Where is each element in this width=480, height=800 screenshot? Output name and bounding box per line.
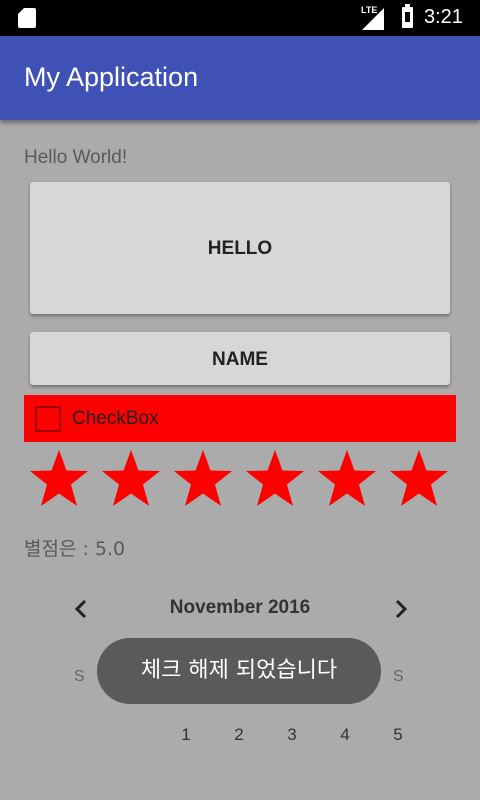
star-icon[interactable] bbox=[316, 448, 378, 510]
hello-button[interactable]: HELLO bbox=[30, 182, 450, 314]
clock: 3:21 bbox=[424, 6, 463, 28]
network-type: LTE bbox=[361, 5, 378, 15]
calendar-day[interactable]: 2 bbox=[224, 725, 254, 745]
star-icon[interactable] bbox=[244, 448, 306, 510]
day-of-week-label: S bbox=[393, 668, 404, 685]
calendar-day[interactable]: 1 bbox=[171, 725, 201, 745]
chevron-left-icon[interactable] bbox=[70, 597, 94, 621]
checkbox-icon[interactable] bbox=[35, 406, 61, 432]
star-icon[interactable] bbox=[388, 448, 450, 510]
status-bar: LTE 3:21 bbox=[0, 0, 480, 36]
day-of-week-label: S bbox=[74, 668, 85, 685]
calendar-day[interactable]: 5 bbox=[383, 725, 413, 745]
rating-bar[interactable] bbox=[28, 448, 456, 510]
name-button[interactable]: NAME bbox=[30, 332, 450, 385]
star-icon[interactable] bbox=[100, 448, 162, 510]
toast-message: 체크 해제 되었습니다 bbox=[97, 638, 381, 704]
sd-card-icon bbox=[18, 8, 36, 28]
hello-text: Hello World! bbox=[24, 147, 128, 168]
rating-label: 별점은 : 5.0 bbox=[24, 538, 126, 560]
chevron-right-icon[interactable] bbox=[388, 597, 412, 621]
app-title: My Application bbox=[24, 62, 199, 92]
star-icon[interactable] bbox=[172, 448, 234, 510]
checkbox-label: CheckBox bbox=[72, 408, 159, 429]
calendar-day[interactable]: 3 bbox=[277, 725, 307, 745]
app-bar: My Application bbox=[0, 36, 480, 120]
battery-icon bbox=[402, 4, 413, 28]
checkbox-row[interactable]: CheckBox bbox=[24, 395, 456, 442]
star-icon[interactable] bbox=[28, 448, 90, 510]
calendar-day[interactable]: 4 bbox=[330, 725, 360, 745]
calendar-month: November 2016 bbox=[169, 597, 311, 618]
